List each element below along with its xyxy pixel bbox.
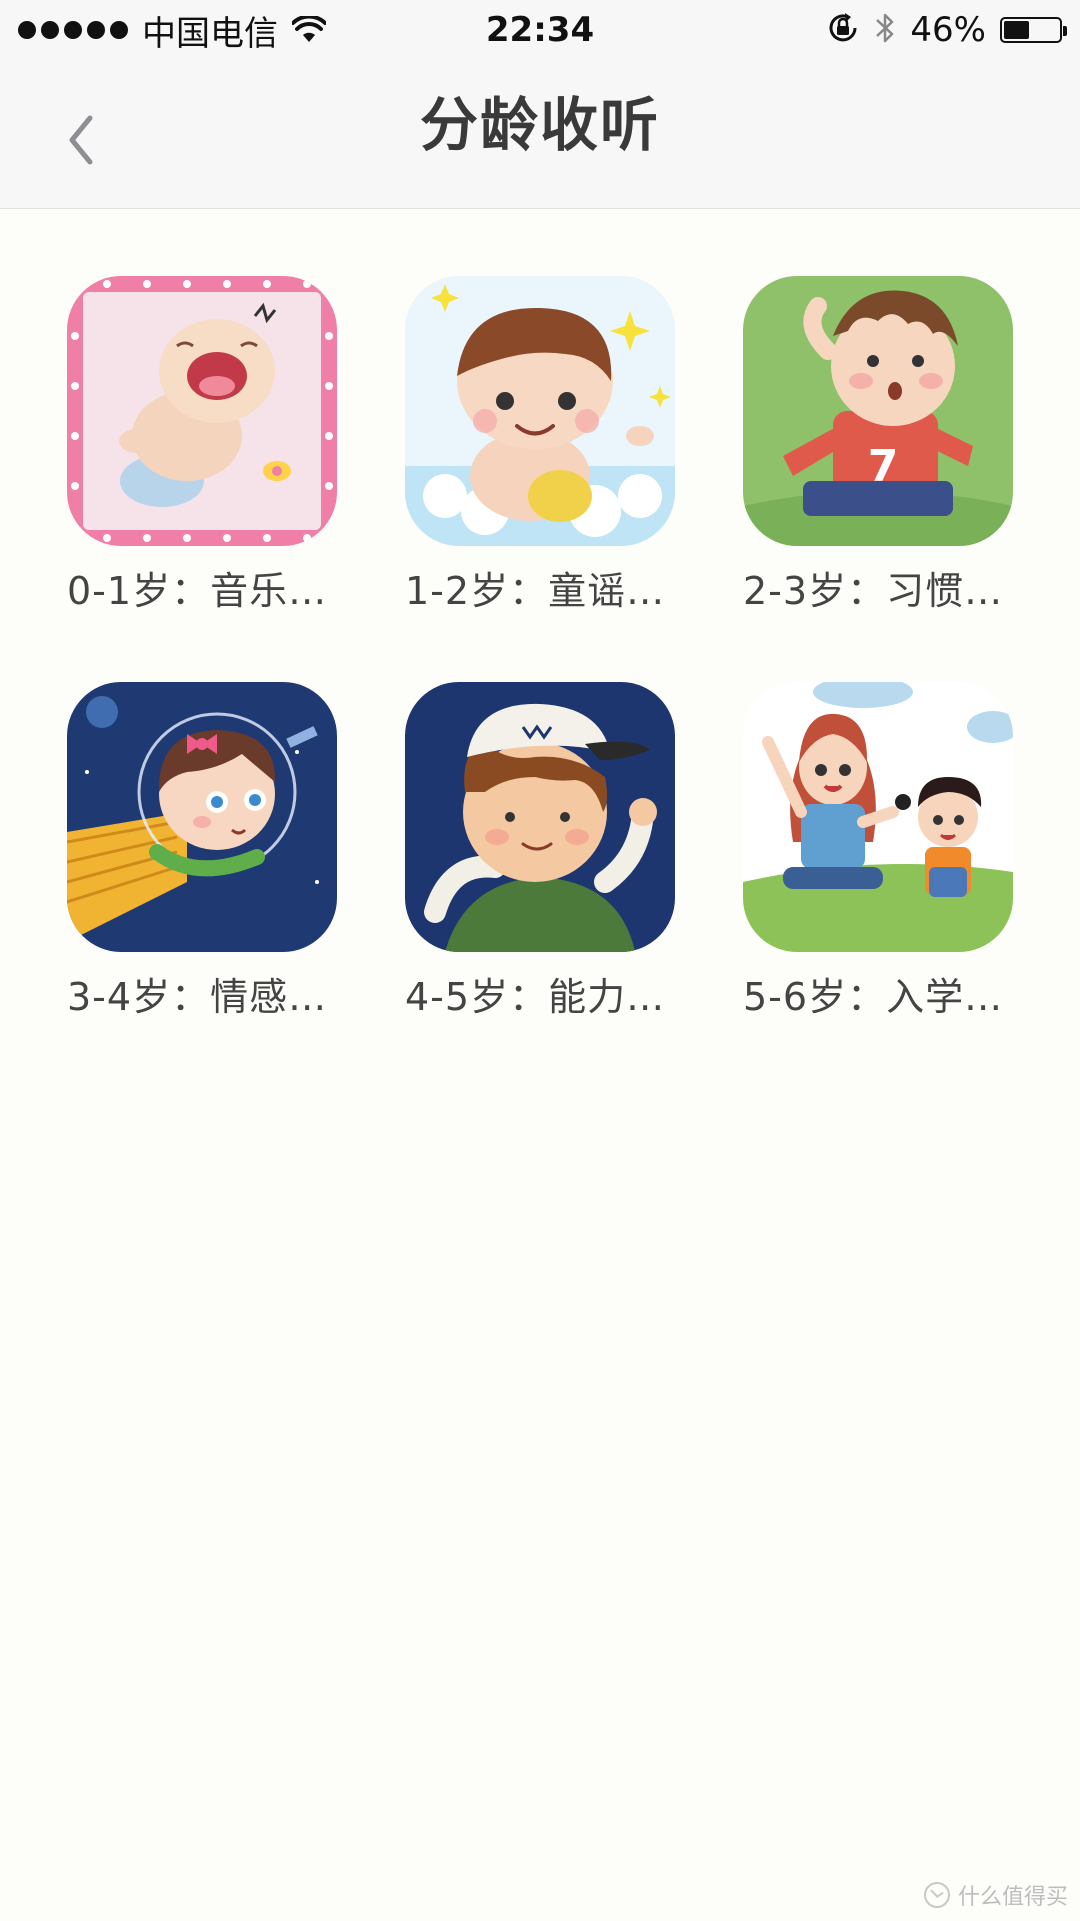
age-group-label: 3-4岁：情感…: [67, 975, 328, 1019]
age-group-cover-mother-and-child: [743, 682, 1013, 952]
age-group-label: 2-3岁：习惯…: [743, 569, 1004, 613]
site-watermark: 什么值得买: [923, 1879, 1068, 1911]
navigation-bar: 分龄收听: [0, 60, 1080, 209]
age-group-item-3-4[interactable]: 3-4岁：情感…: [67, 682, 339, 1021]
status-bar: 中国电信 22:34 46%: [0, 0, 1080, 60]
age-group-cover-boy-cap: [405, 682, 675, 952]
age-group-cover-boy-red-jersey: 7: [743, 276, 1013, 546]
page-title: 分龄收听: [419, 91, 660, 159]
status-bar-right: 46%: [826, 6, 1067, 54]
age-group-cover-space-girl: [67, 682, 337, 952]
age-group-label: 5-6岁：入学…: [743, 975, 1004, 1019]
age-group-item-4-5[interactable]: 4-5岁：能力…: [405, 682, 677, 1021]
age-group-item-0-1[interactable]: 0-1岁：音乐…: [67, 276, 339, 615]
watermark-text: 什么值得买: [957, 1885, 1068, 1910]
age-group-label: 0-1岁：音乐…: [67, 569, 328, 613]
age-group-item-1-2[interactable]: 1-2岁：童谣…: [405, 276, 677, 615]
age-group-cover-bathing-boy: [405, 276, 675, 546]
battery-percentage: 46%: [910, 10, 986, 50]
battery-level-fill: [1004, 21, 1029, 39]
age-group-item-5-6[interactable]: 5-6岁：入学…: [743, 682, 1015, 1021]
age-group-item-2-3[interactable]: 7 2-3岁：习惯…: [743, 276, 1015, 615]
bluetooth-icon: [874, 10, 896, 50]
age-group-label: 1-2岁：童谣…: [405, 569, 666, 613]
age-group-label: 4-5岁：能力…: [405, 975, 666, 1019]
battery-icon: [1000, 17, 1067, 43]
watermark-logo-icon: [923, 1882, 950, 1908]
rotation-lock-icon: [826, 11, 860, 49]
age-group-cover-crying-baby: [67, 276, 337, 546]
